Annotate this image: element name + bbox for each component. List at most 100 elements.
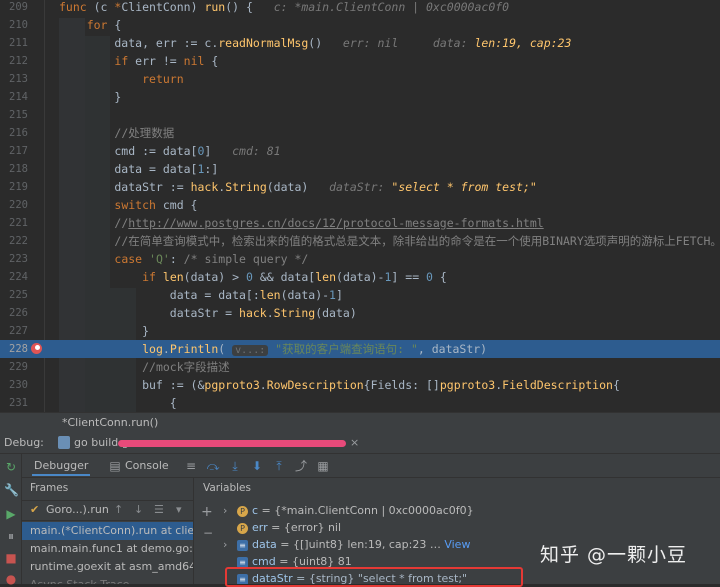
code-line[interactable]: 214 } <box>0 88 720 106</box>
line-number[interactable]: 213 <box>0 70 28 88</box>
code-line[interactable]: 223 case 'Q': /* simple query */ <box>0 250 720 268</box>
code-line[interactable]: 228 log.Println( v...: "获取的客户端查询语句: ", d… <box>0 340 720 358</box>
code-line[interactable]: 210 for { <box>0 16 720 34</box>
code-token: cmd { <box>155 198 198 212</box>
code-line[interactable]: 211 data, err := c.readNormalMsg() err: … <box>0 34 720 52</box>
code-text: //处理数据 <box>59 124 174 142</box>
code-line[interactable]: 218 data = data[1:] <box>0 160 720 178</box>
frame-item-2[interactable]: runtime.goexit at asm_amd64.s <box>30 558 193 575</box>
line-number[interactable]: 227 <box>0 322 28 340</box>
line-number[interactable]: 209 <box>0 0 28 16</box>
code-token: (data) <box>315 306 357 320</box>
code-token: 0 <box>245 270 253 284</box>
code-line[interactable]: 225 data = data[:len(data)-1] <box>0 286 720 304</box>
force-step-into-icon[interactable]: ⬇ <box>250 459 264 473</box>
prev-frame-icon[interactable]: ↑ <box>114 503 123 516</box>
code-token: ] == <box>391 270 427 284</box>
line-number[interactable]: 219 <box>0 178 28 196</box>
code-line[interactable]: 220 switch cmd { <box>0 196 720 214</box>
code-line[interactable]: 212 if err != nil { <box>0 52 720 70</box>
line-number[interactable]: 214 <box>0 88 28 106</box>
table-view-icon[interactable]: ▦ <box>316 459 330 473</box>
code-line[interactable]: 221 //http://www.postgres.cn/docs/12/pro… <box>0 214 720 232</box>
code-line[interactable]: 227 } <box>0 322 720 340</box>
resume-icon[interactable]: ▶ <box>4 507 18 521</box>
debugger-tab-row: Debugger ▤ Console ≡ ⤼ ⤓ ⬇ ⤒ ⤴ ▦ <box>22 454 720 478</box>
line-number[interactable]: 212 <box>0 52 28 70</box>
code-line[interactable]: 216 //处理数据 <box>0 124 720 142</box>
next-frame-icon[interactable]: ↓ <box>134 503 143 516</box>
frame-item-0[interactable]: main.(*ClientConn).run at client_ <box>30 522 193 539</box>
remove-watch-icon[interactable]: − <box>203 526 213 540</box>
step-out-icon[interactable]: ⤒ <box>272 459 286 473</box>
variable-row-data[interactable]: › ≡ data = {[]uint8} len:19, cap:23 … View <box>223 536 470 553</box>
code-token: data, err := c. <box>59 36 219 50</box>
code-line[interactable]: 217 cmd := data[0] cmd: 81 <box>0 142 720 160</box>
line-number[interactable]: 230 <box>0 376 28 394</box>
line-number[interactable]: 218 <box>0 160 28 178</box>
line-number[interactable]: 223 <box>0 250 28 268</box>
code-line[interactable]: 215 <box>0 106 720 124</box>
rerun-icon[interactable]: ↻ <box>4 460 18 474</box>
filter-icon[interactable]: ☰ <box>154 503 164 516</box>
expand-icon[interactable]: › <box>223 502 235 519</box>
line-number[interactable]: 224 <box>0 268 28 286</box>
line-number[interactable]: 225 <box>0 286 28 304</box>
code-text: } <box>59 88 121 106</box>
line-number[interactable]: 215 <box>0 106 28 124</box>
line-number[interactable]: 226 <box>0 304 28 322</box>
goroutine-selector[interactable]: Goro...).run <box>46 503 109 516</box>
view-link[interactable]: View <box>444 538 470 551</box>
expand-icon[interactable]: › <box>223 536 235 553</box>
code-line[interactable]: 231 { <box>0 394 720 412</box>
breakpoint-icon[interactable] <box>31 343 42 354</box>
variable-row-err[interactable]: Perr = {error} nil <box>223 519 341 536</box>
code-token: hack <box>239 306 267 320</box>
code-line[interactable]: 230 buf := (&pgproto3.RowDescription{Fie… <box>0 376 720 394</box>
code-token: if <box>114 54 129 68</box>
line-number[interactable]: 220 <box>0 196 28 214</box>
tab-debugger[interactable]: Debugger <box>32 458 91 476</box>
line-number[interactable]: 211 <box>0 34 28 52</box>
menu-icon[interactable]: ≡ <box>184 459 198 473</box>
code-editor[interactable]: 209 func (c *ClientConn) run() { c: *main… <box>0 0 720 412</box>
code-token: readNormalMsg <box>218 36 309 50</box>
close-tab-icon[interactable]: × <box>350 432 359 454</box>
step-over-icon[interactable]: ⤼ <box>206 459 220 473</box>
tab-console[interactable]: Console <box>125 458 169 474</box>
stop-icon[interactable]: ■ <box>4 551 18 565</box>
code-token: len:19, cap:23 <box>474 36 572 50</box>
code-text: //在简单查询模式中，检索出来的值的格式总是文本，除非给出的命令是在一个使用BI… <box>59 232 720 250</box>
drop-frame-icon[interactable]: ⤴ <box>294 459 308 473</box>
code-token: , dataStr) <box>417 342 488 356</box>
line-number[interactable]: 221 <box>0 214 28 232</box>
frame-item-3[interactable]: Async Stack Trace <box>30 576 129 584</box>
variable-row-c[interactable]: › Pc = {*main.ClientConn | 0xc0000ac0f0} <box>223 502 474 519</box>
line-number[interactable]: 217 <box>0 142 28 160</box>
code-token: (data)- <box>336 270 385 284</box>
add-watch-icon[interactable]: + <box>201 504 213 520</box>
pause-icon[interactable]: ⏸ <box>4 529 18 543</box>
frame-item-1[interactable]: main.main.func1 at demo.go:30 <box>30 540 193 557</box>
breadcrumb[interactable]: *ClientConn.run() <box>0 412 720 432</box>
code-line[interactable]: 219 dataStr := hack.String(data) dataStr… <box>0 178 720 196</box>
code-token: () <box>308 36 336 50</box>
code-line[interactable]: 226 dataStr = hack.String(data) <box>0 304 720 322</box>
code-line[interactable]: 222 //在简单查询模式中，检索出来的值的格式总是文本，除非给出的命令是在一个… <box>0 232 720 250</box>
code-line[interactable]: 224 if len(data) > 0 && data[len(data)-1… <box>0 268 720 286</box>
code-line[interactable]: 229 //mock字段描述 <box>0 358 720 376</box>
code-line[interactable]: 209 func (c *ClientConn) run() { c: *main… <box>0 0 720 16</box>
code-token: { <box>59 396 177 410</box>
line-number[interactable]: 216 <box>0 124 28 142</box>
settings-icon[interactable]: 🔧 <box>4 483 19 497</box>
line-number[interactable]: 222 <box>0 232 28 250</box>
line-number[interactable]: 210 <box>0 16 28 34</box>
code-line[interactable]: 213 return <box>0 70 720 88</box>
line-number[interactable]: 231 <box>0 394 28 412</box>
more-icon[interactable]: ▾ <box>176 503 182 516</box>
step-into-icon[interactable]: ⤓ <box>228 459 242 473</box>
line-number[interactable]: 229 <box>0 358 28 376</box>
line-number[interactable]: 228 <box>0 340 28 358</box>
